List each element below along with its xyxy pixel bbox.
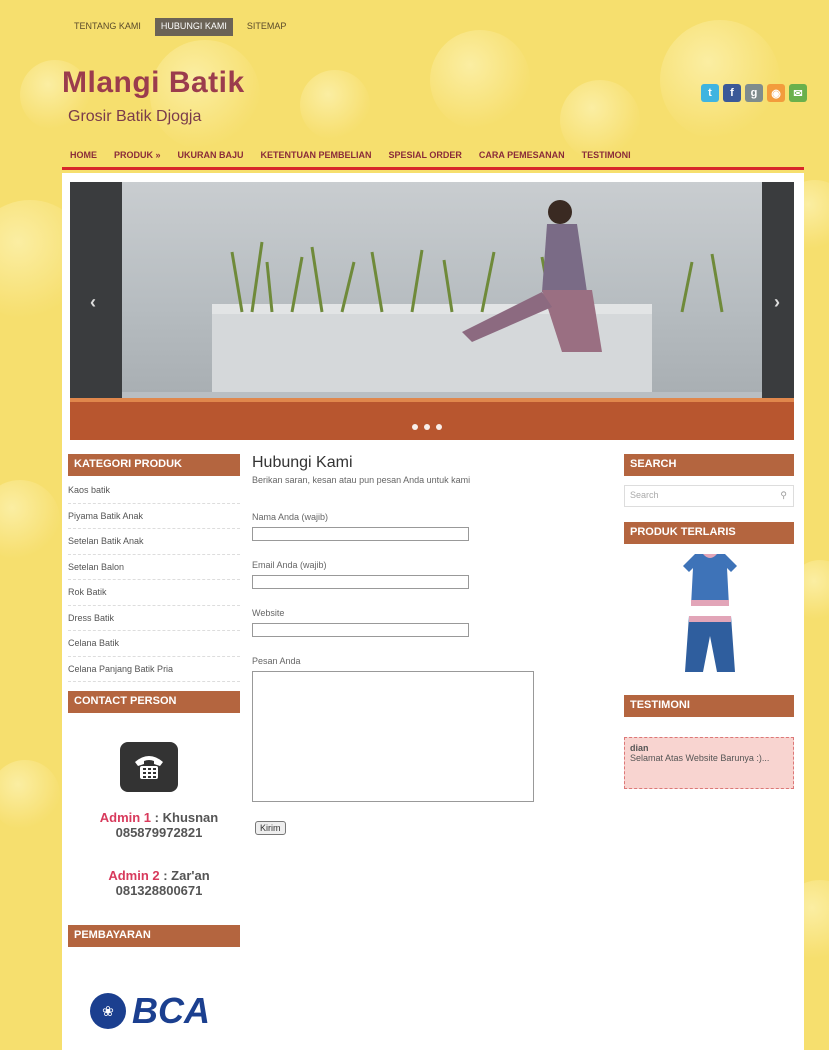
main-nav: HOME PRODUK » UKURAN BAJU KETENTUAN PEMB… [62, 146, 804, 170]
twitter-icon[interactable]: t [701, 84, 719, 102]
facebook-icon[interactable]: f [723, 84, 741, 102]
testimonial-text: Selamat Atas Website Barunya :)... [630, 753, 770, 763]
admin-1-label: Admin 1 [99, 810, 152, 825]
bca-wordmark: BCA [132, 990, 210, 1031]
slide-illustration [212, 200, 724, 392]
nav-home[interactable]: HOME [70, 146, 97, 167]
slider-prev-arrow[interactable]: ‹ [90, 292, 96, 313]
slider-dot[interactable] [436, 424, 442, 430]
submit-button[interactable]: Kirim [255, 821, 286, 835]
widget-title-testimoni: TESTIMONI [624, 695, 794, 717]
nav-ketentuan-pembelian[interactable]: KETENTUAN PEMBELIAN [261, 146, 372, 167]
category-item[interactable]: Kaos batik [68, 478, 240, 504]
widget-title-search: SEARCH [624, 454, 794, 476]
category-item[interactable]: Dress Batik [68, 606, 240, 631]
google-plus-icon[interactable]: g [745, 84, 763, 102]
admin-1-phone: 085879972821 [115, 825, 203, 840]
testimonial-author: dian [630, 743, 649, 753]
admin-1-name: Khusnan [162, 810, 219, 825]
slider-dots [412, 424, 442, 430]
website-input[interactable] [252, 623, 469, 637]
slider-dot[interactable] [424, 424, 430, 430]
slider-dot[interactable] [412, 424, 418, 430]
bca-logo: ❀ BCA [90, 990, 210, 1032]
website-label: Website [252, 608, 285, 618]
slider-next-arrow[interactable]: › [774, 292, 780, 313]
name-label: Nama Anda (wajib) [252, 512, 329, 522]
category-item[interactable]: Setelan Balon [68, 555, 240, 580]
top-nav-hubungi-kami[interactable]: HUBUNGI KAMI [154, 18, 233, 36]
search-icon[interactable]: ⚲ [780, 490, 787, 501]
category-list: Kaos batik Piyama Batik Anak Setelan Bat… [68, 478, 240, 682]
form-description: Berikan saran, kesan atau pun pesan Anda… [252, 475, 471, 485]
slide-floorline [70, 398, 794, 402]
image-slider: ‹ › [70, 182, 794, 440]
social-icons: t f g ◉ ✉ [701, 84, 807, 102]
top-nav: TENTANG KAMI HUBUNGI KAMI SITEMAP [68, 18, 292, 36]
nav-testimoni[interactable]: TESTIMONI [582, 146, 631, 167]
top-nav-sitemap[interactable]: SITEMAP [241, 18, 293, 36]
nav-cara-pemesanan[interactable]: CARA PEMESANAN [479, 146, 565, 167]
admin-1: Admin 1 : Khusnan 085879972821 [99, 810, 219, 840]
slide-floor [70, 398, 794, 440]
rss-icon[interactable]: ◉ [767, 84, 785, 102]
email-input[interactable] [252, 575, 469, 589]
category-item[interactable]: Rok Batik [68, 580, 240, 606]
top-nav-tentang-kami[interactable]: TENTANG KAMI [68, 18, 147, 36]
widget-title-pembayaran: PEMBAYARAN [68, 925, 240, 947]
widget-title-contact: CONTACT PERSON [68, 691, 240, 713]
name-input[interactable] [252, 527, 469, 541]
admin-2-phone: 081328800671 [115, 883, 203, 898]
site-title[interactable]: Mlangi Batik [62, 66, 245, 100]
email-icon[interactable]: ✉ [789, 84, 807, 102]
category-item[interactable]: Celana Panjang Batik Pria [68, 657, 240, 682]
admin-2-name: Zar'an [171, 868, 210, 883]
category-item[interactable]: Setelan Batik Anak [68, 529, 240, 555]
widget-title-produk-terlaris: PRODUK TERLARIS [624, 522, 794, 544]
nav-ukuran-baju[interactable]: UKURAN BAJU [178, 146, 244, 167]
admin-2: Admin 2 : Zar'an 081328800671 [108, 868, 210, 898]
widget-title-kategori: KATEGORI PRODUK [68, 454, 240, 476]
contact-form-header: Hubungi Kami Berikan saran, kesan atau p… [252, 454, 622, 485]
search-input[interactable]: Search ⚲ [624, 485, 794, 507]
message-textarea[interactable] [252, 671, 534, 802]
nav-produk[interactable]: PRODUK » [114, 146, 161, 167]
search-placeholder: Search [630, 490, 659, 500]
bestseller-product-image[interactable] [675, 550, 745, 678]
message-label: Pesan Anda [252, 656, 301, 666]
site-tagline: Grosir Batik Djogja [68, 108, 202, 125]
page-title: Hubungi Kami [252, 454, 353, 471]
phone-icon [120, 742, 178, 792]
nav-spesial-order[interactable]: SPESIAL ORDER [389, 146, 462, 167]
category-item[interactable]: Piyama Batik Anak [68, 504, 240, 529]
admin-2-label: Admin 2 [108, 868, 160, 883]
testimonial-card[interactable]: dian Selamat Atas Website Barunya :)... [624, 737, 794, 789]
bca-emblem-icon: ❀ [90, 993, 126, 1029]
category-item[interactable]: Celana Batik [68, 631, 240, 657]
email-label: Email Anda (wajib) [252, 560, 327, 570]
